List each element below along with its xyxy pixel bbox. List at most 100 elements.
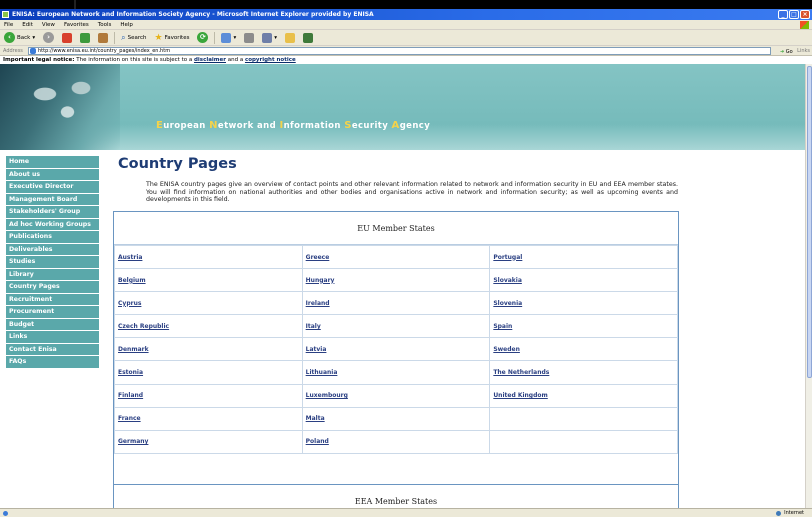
- country-link[interactable]: Malta: [306, 415, 325, 422]
- menu-file[interactable]: File: [4, 20, 13, 29]
- menu-view[interactable]: View: [42, 20, 55, 29]
- country-link[interactable]: Denmark: [118, 346, 149, 353]
- address-input[interactable]: http://www.enisa.eu.int/country_pages/in…: [28, 47, 771, 55]
- country-link[interactable]: Slovenia: [493, 300, 522, 307]
- sidebar-item-contact-enisa[interactable]: Contact Enisa: [6, 343, 99, 356]
- sidebar-item-studies[interactable]: Studies: [6, 256, 99, 269]
- chevron-down-icon: ▾: [274, 34, 277, 41]
- print-icon: [244, 32, 255, 43]
- sidebar-item-home[interactable]: Home: [6, 156, 99, 169]
- sidebar-item-ad-hoc-working-groups[interactable]: Ad hoc Working Groups: [6, 218, 99, 231]
- mail-button[interactable]: ▾: [219, 31, 238, 44]
- sidebar-item-executive-director[interactable]: Executive Director: [6, 181, 99, 194]
- menu-tools[interactable]: Tools: [98, 20, 112, 29]
- country-link[interactable]: Poland: [306, 438, 329, 445]
- sidebar-item-country-pages[interactable]: Country Pages: [6, 281, 99, 294]
- chevron-down-icon: ▾: [233, 34, 237, 41]
- sidebar-item-budget[interactable]: Budget: [6, 318, 99, 331]
- sidebar-item-deliverables[interactable]: Deliverables: [6, 243, 99, 256]
- sidebar-item-stakeholders-group[interactable]: Stakeholders' Group: [6, 206, 99, 219]
- edit-button[interactable]: ▾: [260, 31, 279, 44]
- favorites-button[interactable]: ★ Favorites: [153, 31, 192, 44]
- folder-button[interactable]: [283, 31, 297, 44]
- country-link[interactable]: Sweden: [493, 346, 520, 353]
- forward-button[interactable]: ›: [41, 31, 56, 44]
- maximize-button[interactable]: □: [789, 10, 799, 19]
- sidebar-item-procurement[interactable]: Procurement: [6, 306, 99, 319]
- vertical-scrollbar[interactable]: [805, 64, 812, 508]
- address-bar: Address http://www.enisa.eu.int/country_…: [0, 46, 812, 56]
- disclaimer-link[interactable]: disclaimer: [194, 57, 226, 63]
- research-button[interactable]: [301, 31, 315, 44]
- search-button[interactable]: ⌕ Search: [119, 31, 148, 44]
- sidebar-item-links[interactable]: Links: [6, 331, 99, 344]
- country-link[interactable]: Portugal: [493, 254, 522, 261]
- history-button[interactable]: ⟳: [195, 31, 210, 44]
- page-viewport: European Network and Information Securit…: [0, 64, 805, 508]
- menu-edit[interactable]: Edit: [22, 20, 33, 29]
- sidebar-item-about-us[interactable]: About us: [6, 168, 99, 181]
- minimize-button[interactable]: _: [778, 10, 788, 19]
- country-link[interactable]: Luxembourg: [306, 392, 348, 399]
- scrollbar-thumb[interactable]: [807, 66, 812, 378]
- banner-initial: S: [344, 120, 352, 131]
- table-cell: Italy: [301, 314, 491, 339]
- sidebar-item-management-board[interactable]: Management Board: [6, 193, 99, 206]
- star-icon: ★: [154, 32, 163, 43]
- eu-country-table: Austria Greece Portugal Belgium Hungary Slova…: [114, 244, 678, 454]
- table-cell: Belgium: [114, 268, 303, 293]
- copyright-link[interactable]: copyright notice: [245, 57, 296, 63]
- forward-arrow-icon: ›: [43, 32, 55, 43]
- close-button[interactable]: ×: [800, 10, 810, 19]
- country-link[interactable]: Germany: [118, 438, 148, 445]
- refresh-icon: [80, 32, 91, 43]
- country-link[interactable]: United Kingdom: [493, 392, 547, 399]
- sidebar-item-faqs[interactable]: FAQs: [6, 356, 99, 369]
- back-arrow-icon: ‹: [4, 32, 15, 43]
- window-title: ENISA: European Network and Information …: [12, 11, 374, 18]
- country-link[interactable]: Ireland: [306, 300, 330, 307]
- country-link[interactable]: Lithuania: [306, 369, 338, 376]
- country-link[interactable]: Czech Republic: [118, 323, 169, 330]
- refresh-button[interactable]: [78, 31, 92, 44]
- menu-favorites[interactable]: Favorites: [64, 20, 89, 29]
- research-icon: [302, 32, 313, 43]
- table-cell: Finland: [114, 383, 303, 408]
- sidebar-item-publications[interactable]: Publications: [6, 231, 99, 244]
- back-button[interactable]: ‹ Back ▾: [2, 31, 37, 44]
- banner-word: etwork and: [217, 121, 280, 131]
- sidebar-item-recruitment[interactable]: Recruitment: [6, 293, 99, 306]
- home-button[interactable]: [96, 31, 110, 44]
- security-zone: Internet: [776, 509, 804, 517]
- country-link[interactable]: Finland: [118, 392, 143, 399]
- country-link[interactable]: Slovakia: [493, 277, 522, 284]
- country-link[interactable]: Greece: [306, 254, 330, 261]
- stop-button[interactable]: [60, 31, 74, 44]
- page-icon: [30, 48, 36, 54]
- table-cell: Slovakia: [489, 268, 678, 293]
- country-link[interactable]: Cyprus: [118, 300, 141, 307]
- menu-help[interactable]: Help: [120, 20, 133, 29]
- table-cell: [489, 406, 678, 431]
- country-link[interactable]: Italy: [306, 323, 321, 330]
- print-button[interactable]: [242, 31, 256, 44]
- country-link[interactable]: Latvia: [306, 346, 327, 353]
- banner-word: uropean: [163, 121, 210, 131]
- table-cell: Latvia: [301, 337, 491, 362]
- country-link[interactable]: Belgium: [118, 277, 146, 284]
- table-row: Belgium Hungary Slovakia: [114, 268, 678, 293]
- country-link[interactable]: Estonia: [118, 369, 143, 376]
- table-cell: Portugal: [489, 244, 678, 270]
- table-cell: Sweden: [489, 337, 678, 362]
- country-link[interactable]: Hungary: [306, 277, 335, 284]
- table-cell: Lithuania: [301, 360, 491, 385]
- country-link[interactable]: The Netherlands: [493, 369, 549, 376]
- banner-word: nformation: [283, 121, 345, 131]
- country-link[interactable]: France: [118, 415, 141, 422]
- intro-paragraph: The ENISA country pages give an overview…: [146, 181, 678, 203]
- country-link[interactable]: Spain: [493, 323, 512, 330]
- legal-notice: Important legal notice: The information …: [0, 56, 812, 64]
- links-button[interactable]: Links: [797, 46, 810, 56]
- country-link[interactable]: Austria: [118, 254, 142, 261]
- sidebar-item-library[interactable]: Library: [6, 268, 99, 281]
